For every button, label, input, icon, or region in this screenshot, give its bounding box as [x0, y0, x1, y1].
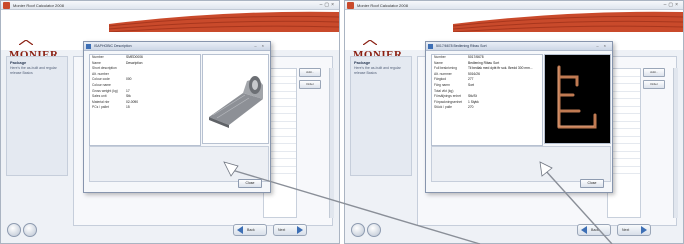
prop-value: 270	[468, 105, 474, 110]
list-item[interactable]	[417, 197, 677, 203]
back-label: Back	[247, 228, 255, 232]
product-image-bracket	[544, 54, 611, 144]
next-button[interactable]: Next	[617, 224, 651, 236]
dialog-close-icon[interactable]: – ×	[254, 42, 266, 50]
side-buttons: Add... Order	[299, 68, 321, 92]
back-button[interactable]: Back	[577, 224, 611, 236]
right-app-window: Monier Roof Calculator 2008 –▢× MONIER P…	[344, 0, 684, 244]
back-button[interactable]: Back	[233, 224, 267, 236]
sidebar-text: Here's the as-built and regular release …	[354, 66, 401, 75]
sidebar-heading: Package	[354, 60, 371, 65]
back-arrow-icon	[237, 226, 243, 234]
next-arrow-icon	[641, 226, 647, 234]
print-icon[interactable]	[23, 223, 37, 237]
dialog-titlebar: 5017/6678 Bedlening Ribau Sort – ×	[426, 42, 612, 51]
dialog-title: ISAPHOBIC Description	[94, 44, 132, 48]
home-icon[interactable]	[7, 223, 21, 237]
dialog-notes-area	[431, 146, 611, 182]
prop-value: 15	[126, 105, 130, 110]
home-icon[interactable]	[351, 223, 365, 237]
close-button[interactable]: Close	[580, 179, 604, 188]
left-app-window: Monier Roof Calculator 2008 –▢× MONIER P…	[0, 0, 340, 244]
prop-key: PCs / pallet	[92, 105, 109, 110]
next-button[interactable]: Next	[273, 224, 307, 236]
window-titlebar: Monier Roof Calculator 2008 –▢×	[345, 1, 683, 10]
window-titlebar: Monier Roof Calculator 2008 –▢×	[1, 1, 339, 10]
back-label: Back	[591, 228, 599, 232]
app-icon	[347, 2, 354, 9]
sidebar-panel: Package Here's the as-built and regular …	[350, 56, 412, 176]
dialog-title: 5017/6678 Bedlening Ribau Sort	[436, 44, 487, 48]
next-label: Next	[622, 228, 630, 232]
add-button[interactable]: Add...	[299, 68, 321, 77]
prop-key: Stück / palle	[434, 105, 452, 110]
sidebar-heading: Package	[10, 60, 27, 65]
property-table: Number 5017/6678 Name Bedlening Ribau Sort…	[431, 54, 543, 146]
dialog-close-icon[interactable]: – ×	[596, 42, 608, 50]
add-button[interactable]: Add...	[643, 68, 665, 77]
close-button[interactable]: Close	[238, 179, 262, 188]
table-row: Stück / palle 270	[432, 105, 542, 111]
next-arrow-icon	[297, 226, 303, 234]
wizard-footer: Back Next	[1, 221, 339, 243]
back-arrow-icon	[581, 226, 587, 234]
app-icon	[3, 2, 10, 9]
table-row: PCs / pallet 15	[90, 105, 200, 111]
wizard-footer: Back Next	[345, 221, 683, 243]
window-title: Monier Roof Calculator 2008	[357, 3, 408, 8]
order-button[interactable]: Order	[299, 80, 321, 89]
window-controls[interactable]: –▢×	[664, 1, 680, 10]
dialog-icon	[428, 43, 433, 49]
order-list	[73, 191, 333, 215]
roof-tiles-graphic	[453, 11, 683, 32]
window-title: Monier Roof Calculator 2008	[13, 3, 64, 8]
dialog-icon	[86, 43, 91, 49]
product-description-dialog: 5017/6678 Bedlening Ribau Sort – × Numbe…	[425, 41, 613, 193]
roof-tiles-graphic	[109, 11, 339, 32]
sidebar-text: Here's the as-built and regular release …	[10, 66, 57, 75]
product-description-dialog: ISAPHOBIC Description – × Number SMED0006…	[83, 41, 271, 193]
window-controls[interactable]: –▢×	[320, 1, 336, 10]
order-list	[417, 191, 677, 215]
sidebar-panel: Package Here's the as-built and regular …	[6, 56, 68, 176]
next-label: Next	[278, 228, 286, 232]
print-icon[interactable]	[367, 223, 381, 237]
property-table: Number SMED0006 Name Description Short des…	[89, 54, 201, 146]
product-image-membrane	[202, 54, 269, 144]
side-buttons: Add... Order	[643, 68, 665, 92]
dialog-notes-area	[89, 146, 269, 182]
order-button[interactable]: Order	[643, 80, 665, 89]
dialog-titlebar: ISAPHOBIC Description – ×	[84, 42, 270, 51]
list-item[interactable]	[73, 197, 333, 203]
